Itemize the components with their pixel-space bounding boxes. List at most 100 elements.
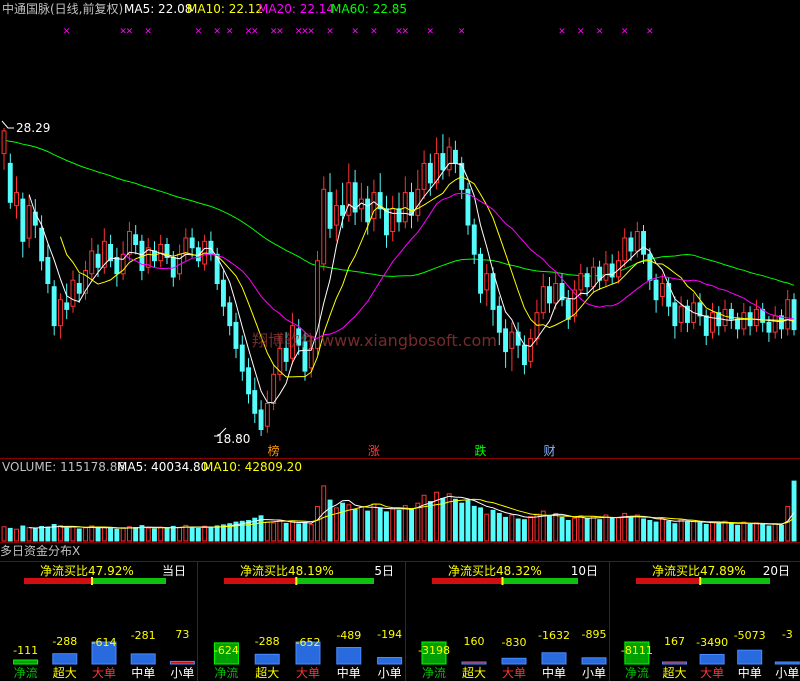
fund-flow-label: 净流 bbox=[625, 666, 649, 680]
volume-bar bbox=[95, 527, 101, 542]
ma10-label: MA10: 22.12 bbox=[187, 2, 263, 16]
volume-bar bbox=[503, 516, 509, 542]
candle-down bbox=[427, 162, 433, 184]
fund-ratio: 净流买比47.92% bbox=[40, 564, 134, 578]
signal-marker: ✕ bbox=[326, 27, 334, 37]
candle-down bbox=[496, 305, 502, 333]
candle-up bbox=[308, 347, 314, 369]
candle-down bbox=[478, 253, 484, 294]
candle-down bbox=[227, 302, 233, 327]
volume-bar bbox=[496, 512, 502, 542]
volume-bar bbox=[365, 510, 371, 542]
candle-up bbox=[741, 312, 747, 330]
candle-down bbox=[239, 344, 245, 372]
fund-flow-bar bbox=[774, 661, 800, 665]
volume-bar bbox=[89, 525, 95, 542]
stock-chart: 中通国脉(日线,前复权) MA5: 22.08 MA10: 22.12 MA20… bbox=[0, 1, 800, 681]
signal-marker: ✕ bbox=[458, 27, 466, 37]
candle-down bbox=[584, 273, 590, 288]
candle-up bbox=[540, 286, 546, 314]
volume-bar bbox=[277, 520, 283, 542]
fund-flow-label: 大单 bbox=[700, 666, 724, 680]
volume-bar bbox=[465, 499, 471, 542]
fund-flow-label: 超大 bbox=[255, 665, 279, 680]
fund-flow-value: -3 bbox=[782, 628, 793, 641]
candle-down bbox=[7, 162, 13, 203]
candle-down bbox=[214, 253, 220, 285]
candle-up bbox=[772, 315, 778, 333]
volume-bar bbox=[659, 517, 665, 542]
fund-flow-bar bbox=[336, 647, 362, 665]
volume-bar bbox=[32, 528, 38, 542]
volume-bar bbox=[609, 517, 615, 542]
volume-bar bbox=[616, 516, 621, 542]
volume-bar bbox=[290, 520, 295, 542]
volume-bar bbox=[296, 523, 302, 542]
candle-up bbox=[578, 273, 584, 291]
volume-bar bbox=[7, 527, 13, 542]
volume-bar bbox=[747, 524, 753, 542]
volume-bar bbox=[396, 509, 402, 542]
volume-bar bbox=[572, 517, 577, 542]
fund-ratio-buy bbox=[502, 578, 578, 584]
fund-ratio: 净流买比48.32% bbox=[448, 564, 542, 578]
fund-flow-label: 中单 bbox=[738, 665, 762, 680]
candle-down bbox=[384, 208, 389, 236]
volume-bar bbox=[515, 518, 521, 542]
candle-up bbox=[634, 231, 640, 252]
fund-ratio-buy bbox=[700, 578, 770, 584]
signal-marker: ✕ bbox=[144, 27, 152, 37]
volume-bar bbox=[114, 528, 120, 542]
fund-ratio-sell bbox=[24, 578, 92, 584]
fund-flow-bar bbox=[541, 652, 567, 665]
volume-bar bbox=[735, 524, 740, 542]
volume-bar bbox=[772, 523, 778, 542]
candle-up bbox=[710, 312, 715, 333]
volume-bar bbox=[641, 518, 646, 542]
fund-flow-bar bbox=[377, 657, 403, 665]
volume-bar bbox=[478, 507, 484, 542]
candle-down bbox=[547, 286, 552, 304]
volume-bar bbox=[377, 507, 383, 542]
signal-marker: ✕ bbox=[646, 27, 654, 37]
fund-flow-value: -895 bbox=[582, 628, 607, 641]
volume-bar bbox=[264, 521, 270, 542]
candle-down bbox=[565, 299, 571, 320]
candle-up bbox=[70, 279, 76, 307]
volume-bar bbox=[183, 524, 189, 542]
volume-bar bbox=[202, 525, 208, 542]
high-price-label: 28.29 bbox=[16, 121, 50, 135]
event-marker: 跌 bbox=[474, 443, 486, 458]
signal-marker: ✕ bbox=[213, 27, 221, 37]
watermark: 翔博软件 www.xiangbosoft.com bbox=[252, 331, 497, 350]
signal-marker: ✕ bbox=[558, 27, 566, 37]
volume-bar bbox=[421, 494, 427, 542]
candle-down bbox=[641, 231, 646, 255]
fund-ratio-sell bbox=[224, 578, 297, 584]
volume-bar bbox=[728, 523, 734, 542]
candlesticks bbox=[1, 128, 797, 436]
stock-title: 中通国脉(日线,前复权) bbox=[2, 1, 123, 16]
fund-flow-label: 净流 bbox=[214, 666, 238, 680]
volume-bar bbox=[358, 506, 364, 542]
volume-bar bbox=[666, 520, 672, 542]
fund-flow-value: -281 bbox=[131, 629, 156, 642]
volume-bar bbox=[1, 526, 7, 542]
fund-flow-value: -652 bbox=[296, 636, 321, 649]
candle-down bbox=[340, 205, 346, 216]
ma20-label: MA20: 22.14 bbox=[258, 2, 334, 16]
volume-bar bbox=[390, 508, 396, 542]
volume-bar bbox=[559, 516, 565, 542]
candle-down bbox=[258, 409, 264, 430]
candle-up bbox=[26, 205, 32, 239]
candle-down bbox=[189, 237, 195, 249]
candle-down bbox=[283, 347, 289, 362]
fund-flow-label: 大单 bbox=[296, 666, 320, 680]
volume-bar bbox=[471, 505, 477, 542]
fund-flow-bar bbox=[254, 653, 280, 665]
fund-flow-label: 净流 bbox=[422, 666, 446, 680]
fund-ratio-sell bbox=[636, 578, 701, 584]
volume-bar bbox=[133, 527, 139, 542]
signal-marker: ✕ bbox=[276, 27, 284, 37]
candle-up bbox=[415, 188, 421, 216]
